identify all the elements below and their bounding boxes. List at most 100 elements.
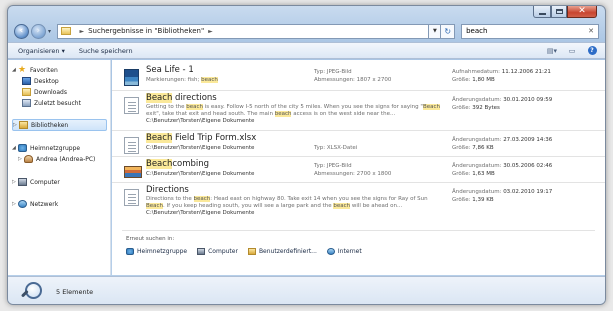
snippet-text: Getting to the — [146, 104, 187, 110]
address-bar[interactable]: ► Suchergebnisse in "Bibliotheken" ► — [57, 23, 430, 39]
result-type: Typ: JPEG-Bild — [314, 163, 352, 169]
snippet-text: is easy. Follow I-5 north of the city 5 … — [203, 104, 423, 110]
nav-label: Heimnetzgruppe — [30, 144, 81, 152]
result-snippet-line: Directions to the beach: Head east on hi… — [146, 196, 428, 202]
result-path: C:\Benutzer\Torsten\Eigene Dokumente — [146, 145, 255, 151]
result-item[interactable]: Beachcombing C:\Benutzer\Torsten\Eigene … — [124, 159, 597, 183]
highlight: beach — [186, 104, 204, 110]
close-button[interactable]: ✕ — [567, 6, 597, 18]
size-value: 392 Bytes — [472, 105, 500, 111]
result-date: Aufnahmedatum: 11.12.2006 21:21 — [452, 69, 551, 75]
folder-icon — [247, 248, 256, 255]
nav-favorites[interactable]: ◢ ★ Favoriten — [12, 66, 58, 75]
search-again-custom[interactable]: Benutzerdefiniert... — [247, 248, 317, 255]
highlight: Beach — [146, 133, 173, 143]
nav-label: Favoriten — [30, 66, 58, 74]
divider — [112, 182, 605, 183]
name-text: Directions — [146, 185, 189, 195]
preview-pane-icon[interactable]: ▭ — [565, 45, 579, 56]
result-item[interactable]: Sea Life - 1 Markierungen: fish; beach T… — [124, 65, 597, 91]
address-row: ‹ › ▾ ► Suchergebnisse in "Bibliotheken"… — [14, 23, 599, 39]
result-date: Änderungsdatum: 30.01.2010 09:59 — [452, 97, 552, 103]
date-value: 27.03.2009 14:36 — [503, 137, 553, 143]
size-label: Größe: — [452, 197, 473, 203]
size-label: Größe: — [452, 105, 473, 111]
highlight: Beach — [146, 93, 173, 103]
result-item[interactable]: Beach directions Getting to the beach is… — [124, 93, 597, 129]
result-name: Sea Life - 1 — [146, 65, 194, 75]
search-again-computer[interactable]: Computer — [197, 248, 238, 255]
view-options-icon[interactable]: ▤▾ — [545, 45, 559, 56]
computer-icon — [18, 178, 27, 186]
window-controls: ✕ — [533, 6, 597, 18]
highlight: Beach — [146, 203, 164, 209]
result-item[interactable]: Beach Field Trip Form.xlsx C:\Benutzer\T… — [124, 133, 597, 157]
nav-downloads[interactable]: Downloads — [22, 88, 67, 96]
search-again-internet[interactable]: Internet — [326, 248, 362, 255]
navigation-pane: ◢ ★ Favoriten Desktop Downloads Zuletzt … — [8, 60, 111, 275]
divider — [112, 156, 605, 157]
snippet-text: . If you keep heading south, you will se… — [163, 203, 334, 209]
breadcrumb[interactable]: Suchergebnisse in "Bibliotheken" — [88, 27, 204, 35]
date-label: Änderungsdatum: — [452, 97, 504, 103]
address-dropdown-button[interactable]: ▼ — [429, 23, 442, 39]
save-search-button[interactable]: Suche speichern — [79, 47, 133, 55]
result-snippet-line: exit", take that exit and head south. Th… — [146, 111, 395, 117]
size-label: Größe: — [452, 145, 473, 151]
refresh-button[interactable]: ↻ — [441, 23, 456, 39]
result-date: Änderungsdatum: 27.03.2009 14:36 — [452, 137, 552, 143]
highlight: Beach — [146, 159, 173, 169]
divider — [112, 90, 605, 91]
name-text: combing — [172, 159, 210, 169]
maximize-button[interactable] — [551, 6, 567, 18]
nav-label: Netzwerk — [30, 200, 59, 208]
explorer-window: ✕ ‹ › ▾ ► Suchergebnisse in "Bibliotheke… — [7, 5, 606, 305]
back-button[interactable]: ‹ — [14, 23, 29, 39]
breadcrumb-chevron-icon[interactable]: ► — [208, 28, 213, 35]
help-icon: ? — [587, 46, 597, 55]
result-dimensions: Abmessungen: 1807 x 2700 — [314, 77, 392, 83]
nav-computer[interactable]: ▷ Computer — [12, 178, 60, 186]
nav-libraries[interactable]: ▷ Bibliotheken — [12, 119, 107, 131]
recent-pages-dropdown[interactable]: ▾ — [46, 28, 54, 35]
forward-button[interactable]: › — [30, 23, 46, 39]
size-value: 1,63 MB — [472, 171, 495, 177]
recent-places-icon — [22, 99, 31, 107]
search-box[interactable]: ✕ — [461, 23, 599, 39]
organize-button[interactable]: Organisieren ▾ — [18, 47, 65, 55]
result-size: Größe: 1,39 KB — [452, 197, 494, 203]
size-label: Größe: — [452, 171, 473, 177]
highlight: beach — [201, 77, 218, 83]
clear-search-icon[interactable]: ✕ — [588, 27, 594, 35]
nav-network[interactable]: ▷ Netzwerk — [12, 200, 58, 208]
snippet-text: will be ahead on... — [350, 203, 403, 209]
result-tags: Markierungen: fish; beach — [146, 77, 218, 83]
minimize-button[interactable] — [533, 6, 551, 18]
snippet-text: Directions to the — [146, 196, 194, 202]
command-bar: Organisieren ▾ Suche speichern ▤▾ ▭ ? — [8, 42, 605, 59]
image-thumbnail-icon — [124, 166, 142, 178]
result-size: Größe: 1,63 MB — [452, 171, 495, 177]
image-thumbnail-icon — [124, 69, 139, 86]
search-again-label: Erneut suchen in: — [126, 236, 175, 242]
nav-desktop[interactable]: Desktop — [22, 77, 59, 85]
result-item[interactable]: Directions Directions to the beach: Head… — [124, 185, 597, 223]
network-icon — [18, 200, 27, 208]
date-value: 30.01.2010 09:59 — [503, 97, 553, 103]
nav-recent[interactable]: Zuletzt besucht — [22, 99, 81, 107]
magnifier-icon — [22, 281, 44, 303]
result-size: Größe: 1,80 MB — [452, 77, 495, 83]
nav-label: Zuletzt besucht — [34, 99, 81, 107]
date-label: Aufnahmedatum: — [452, 69, 502, 75]
nav-homegroup-user[interactable]: ▷ Andrea (Andrea-PC) — [18, 155, 95, 163]
breadcrumb-chevron-icon[interactable]: ► — [79, 28, 84, 35]
back-arrow-icon: ‹ — [19, 26, 24, 36]
search-again-homegroup[interactable]: Heimnetzgruppe — [126, 248, 187, 255]
minimize-icon — [538, 12, 546, 15]
search-results: Sea Life - 1 Markierungen: fish; beach T… — [112, 60, 605, 275]
nav-homegroup[interactable]: ◢ Heimnetzgruppe — [12, 144, 80, 152]
result-path: C:\Benutzer\Torsten\Eigene Dokumente — [146, 210, 255, 216]
size-label: Größe: — [452, 77, 473, 83]
search-input[interactable] — [466, 27, 567, 35]
help-button[interactable]: ? — [585, 45, 599, 56]
